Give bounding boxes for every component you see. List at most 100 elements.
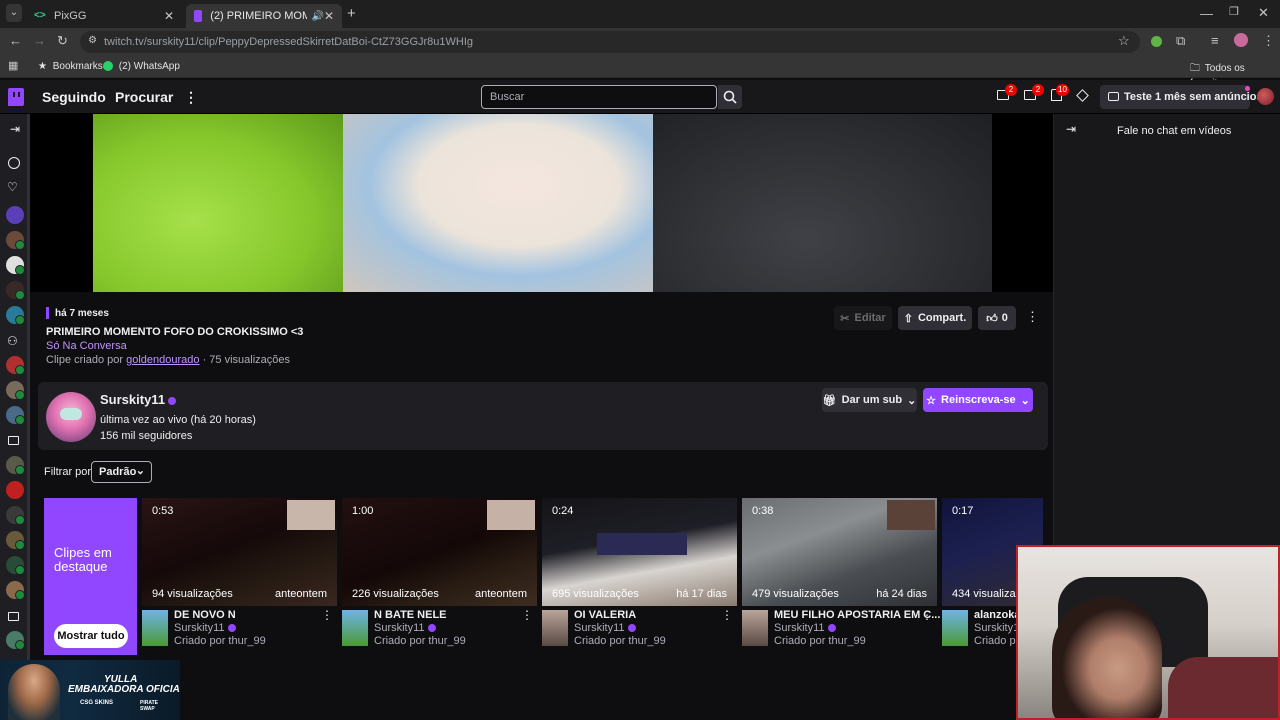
clip-more-icon[interactable]: ⋮: [521, 608, 533, 622]
clip-category-cover[interactable]: [742, 610, 768, 646]
user-avatar[interactable]: [1257, 88, 1274, 105]
clip-card[interactable]: 1:00 226 visualizações anteontem N BATE …: [342, 498, 537, 647]
clip-game-cover[interactable]: [142, 610, 168, 646]
filter-value: Padrão: [99, 466, 137, 478]
collapse-chat-icon[interactable]: ⇥: [1066, 122, 1076, 136]
forward-icon[interactable]: →: [33, 33, 46, 48]
clip-card[interactable]: 0:24 695 visualizações há 17 dias OI VAL…: [542, 498, 737, 647]
clip-views: 226 visualizações: [352, 588, 439, 600]
clip-more-icon[interactable]: ⋮: [321, 608, 333, 622]
webcam-overlay: [887, 500, 935, 530]
tab-search-icon[interactable]: ⌄: [6, 4, 22, 22]
add-friend-icon[interactable]: ⚇: [7, 334, 18, 348]
live-indicator: [15, 390, 25, 400]
nav-browse[interactable]: Procurar: [115, 89, 173, 105]
clip-more-icon[interactable]: ⋮: [1026, 309, 1039, 325]
apps-grid-icon[interactable]: ▦: [8, 59, 18, 72]
more-menu-icon[interactable]: ⋮: [184, 89, 198, 106]
folder-icon: 🗀: [1190, 63, 1200, 74]
live-indicator: [15, 365, 25, 375]
side-rail: ⇥ ♡ ⚇: [0, 114, 30, 720]
search-input[interactable]: Buscar: [481, 85, 717, 109]
clip-more-icon[interactable]: ⋮: [721, 608, 733, 622]
close-window-icon[interactable]: ✕: [1258, 5, 1269, 21]
clip-title[interactable]: N BATE NELE: [374, 609, 447, 621]
minimize-window-icon[interactable]: —: [1200, 6, 1213, 21]
channel-avatar[interactable]: [46, 392, 96, 442]
clip-channel-name: Surskity11: [374, 622, 425, 634]
clip-title[interactable]: MEU FILHO APOSTARIA EM C...: [774, 609, 940, 621]
sponsor-ad-banner[interactable]: YULLA EMBAIXADORA OFICIAL CSG SKINS PIRA…: [0, 660, 180, 720]
clip-channel-link[interactable]: Surskity11: [574, 622, 636, 634]
channel-last-live: última vez ao vivo (há 20 horas): [100, 414, 256, 426]
clip-title[interactable]: alanzoka: [974, 609, 1020, 621]
live-indicator: [15, 640, 25, 650]
video-camera-icon[interactable]: [8, 436, 19, 445]
browser-menu-icon[interactable]: ⋮: [1262, 33, 1275, 49]
clip-title[interactable]: OI VALERIA: [574, 609, 636, 621]
clip-channel-name: Surskity11: [174, 622, 225, 634]
audio-playing-icon[interactable]: 🔊: [311, 11, 323, 22]
twitch-logo-icon[interactable]: [8, 88, 24, 106]
turbo-button[interactable]: Teste 1 mês sem anúncios: [1100, 85, 1263, 109]
close-tab-icon[interactable]: ✕: [324, 9, 334, 23]
edit-clip-button[interactable]: ✂ Editar: [834, 306, 892, 330]
clip-category-cover[interactable]: [542, 610, 568, 646]
bookmark-item-bookmarks[interactable]: ★ Bookmarks: [38, 61, 103, 72]
clip-channel-link[interactable]: Surskity11: [774, 622, 836, 634]
recommended-channel-avatar[interactable]: [6, 481, 24, 499]
new-tab-icon[interactable]: +: [347, 5, 356, 22]
profile-avatar-icon[interactable]: [1234, 33, 1248, 47]
bits-icon[interactable]: [1076, 89, 1089, 102]
clip-channel-link[interactable]: Surskity11: [374, 622, 436, 634]
clip-title[interactable]: DE NOVO N: [174, 609, 236, 621]
live-indicator: [15, 290, 25, 300]
expand-rail-icon[interactable]: ⇥: [10, 122, 20, 136]
chevron-down-icon: ⌄: [907, 394, 917, 407]
subscribe-button[interactable]: ☆ Reinscreva-se ⌄: [923, 388, 1033, 412]
restore-window-icon[interactable]: ❐: [1229, 5, 1239, 18]
twitch-favicon-icon: [194, 10, 203, 22]
clip-category-link[interactable]: Só Na Conversa: [46, 340, 127, 352]
clip-thumbnail[interactable]: 0:24 695 visualizações há 17 dias: [542, 498, 737, 606]
followed-heart-icon[interactable]: ♡: [7, 180, 18, 194]
clip-game-cover[interactable]: [942, 610, 968, 646]
live-indicator: [15, 415, 25, 425]
like-button[interactable]: 👍︎ 0: [978, 306, 1016, 330]
address-bar[interactable]: ⚙ twitch.tv/surskity11/clip/PeppyDepress…: [80, 31, 1140, 53]
media-control-icon[interactable]: ≡: [1211, 33, 1219, 48]
gift-sub-button[interactable]: 🎁︎ Dar um sub ⌄: [822, 388, 917, 412]
reload-icon[interactable]: ↻: [57, 33, 68, 49]
site-info-icon[interactable]: ⚙: [88, 35, 97, 46]
clip-thumbnail[interactable]: 1:00 226 visualizações anteontem: [342, 498, 537, 606]
close-tab-icon[interactable]: ✕: [164, 9, 174, 23]
tab-twitch-clip[interactable]: (2) PRIMEIRO MOMENTO F 🔊 ✕: [186, 4, 342, 28]
nav-following[interactable]: Seguindo: [42, 89, 106, 105]
clip-game-cover[interactable]: [342, 610, 368, 646]
extension-green-icon[interactable]: [1151, 36, 1162, 47]
followed-channel-avatar[interactable]: [6, 206, 24, 224]
chat-overlay: [597, 533, 687, 555]
bookmark-item-whatsapp[interactable]: (2) WhatsApp: [103, 61, 180, 72]
bookmark-star-icon[interactable]: ☆: [1118, 33, 1130, 49]
stories-icon[interactable]: [8, 157, 20, 169]
channel-name[interactable]: Surskity11: [100, 392, 177, 407]
search-button[interactable]: [718, 85, 742, 109]
extensions-puzzle-icon[interactable]: ⧉: [1176, 33, 1185, 49]
clip-card[interactable]: 0:38 479 visualizações há 24 dias MEU FI…: [742, 498, 940, 647]
clip-more-icon[interactable]: ⋮: [921, 608, 933, 622]
show-all-button[interactable]: Mostrar tudo: [54, 624, 128, 648]
gift-icon: 🎁︎: [822, 394, 837, 407]
clip-channel-link[interactable]: Surskity11: [174, 622, 236, 634]
clip-card[interactable]: 0:53 94 visualizações anteontem DE NOVO …: [142, 498, 337, 647]
tab-pixgg[interactable]: <> PixGG ✕: [26, 4, 182, 28]
video-scene-baby: [343, 114, 663, 292]
filter-dropdown[interactable]: Padrão ⌄: [91, 461, 152, 483]
share-button[interactable]: ⇧ Compart.: [898, 306, 972, 330]
clip-thumbnail[interactable]: 0:38 479 visualizações há 24 dias: [742, 498, 937, 606]
video-camera-icon[interactable]: [8, 612, 19, 621]
clip-creator-link[interactable]: goldendourado: [126, 354, 199, 366]
clip-thumbnail[interactable]: 0:53 94 visualizações anteontem: [142, 498, 337, 606]
back-icon[interactable]: ←: [9, 33, 22, 48]
video-player[interactable]: [93, 114, 992, 292]
